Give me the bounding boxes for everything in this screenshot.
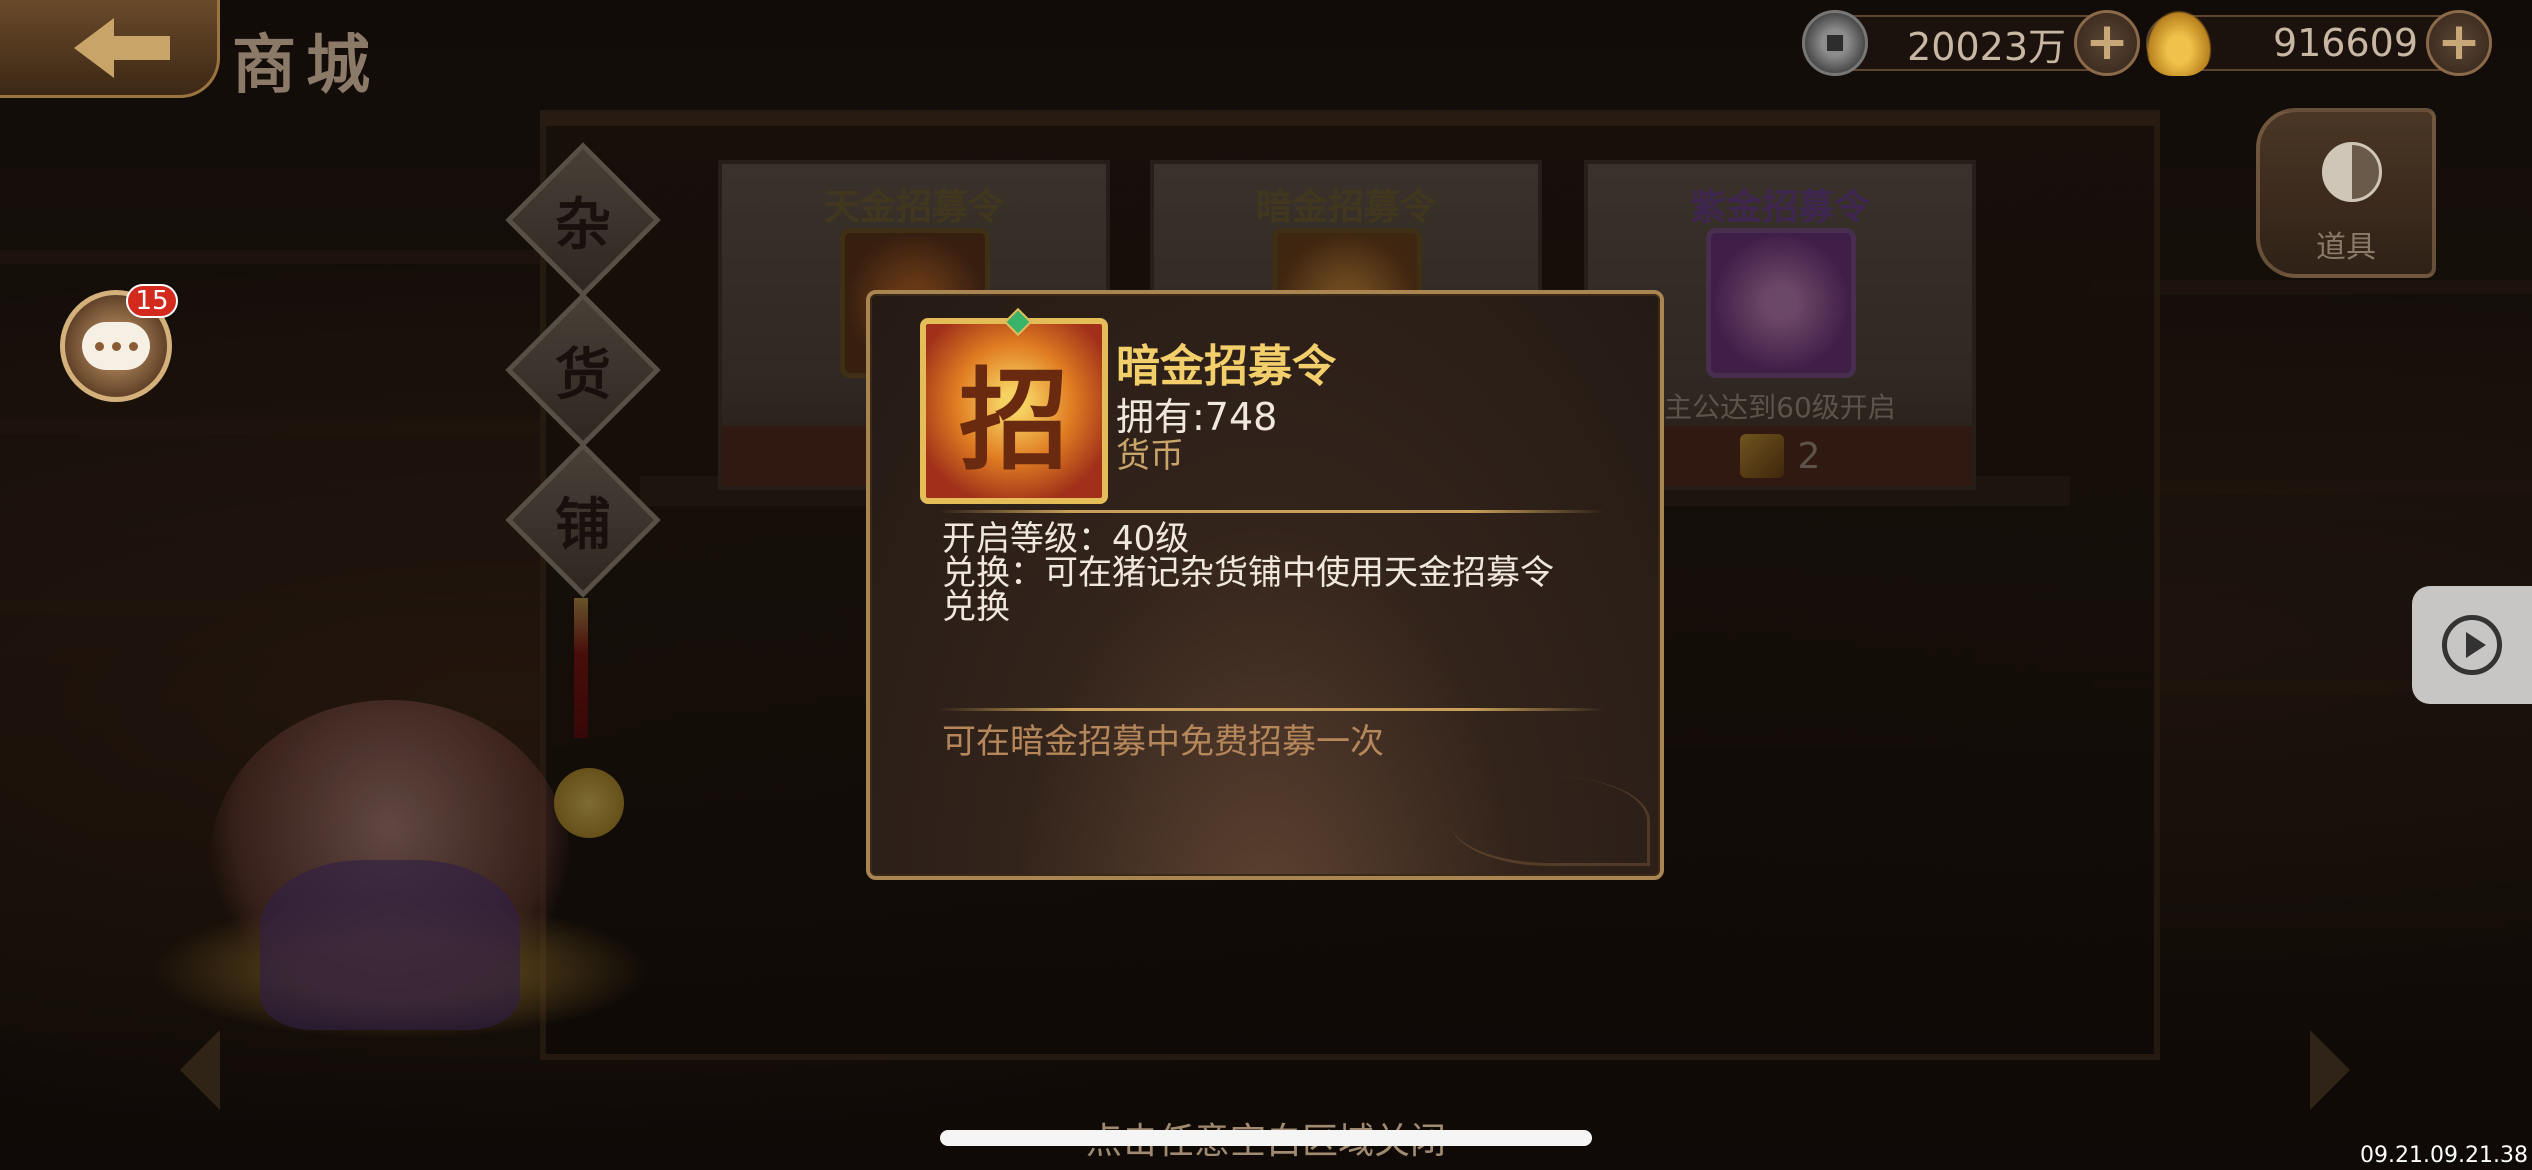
play-icon (2442, 615, 2502, 675)
cloud-decoration (1450, 776, 1650, 866)
top-bar: 商城 20023万 + 916609 + (0, 0, 2532, 103)
props-tab[interactable]: 道具 (2256, 108, 2436, 278)
copper-coin-icon (1802, 10, 1868, 76)
chat-unread-badge: 15 (126, 284, 178, 318)
token-glyph: 招 (959, 356, 1069, 485)
recruit-token-icon: 招 (920, 307, 1108, 504)
add-coins-button[interactable]: + (2074, 10, 2140, 76)
exchange-info-cont: 兑换 (942, 587, 1010, 627)
page-title: 商城 (232, 28, 380, 103)
unlock-level: 开启等级：40级 (942, 519, 1190, 559)
item-effect: 可在暗金招募中免费招募一次 (942, 722, 1384, 762)
item-description: 开启等级：40级 兑换：可在猪记杂货铺中使用天金招募令 兑换 (942, 522, 1602, 624)
home-indicator[interactable] (940, 1130, 1592, 1146)
props-tab-label: 道具 (2316, 230, 2376, 265)
yin-yang-icon (2322, 142, 2382, 202)
item-name: 暗金招募令 (1116, 341, 1336, 392)
timestamp: 09.21.09.21.38 (2360, 1143, 2528, 1168)
coins-display: 20023万 + (1802, 10, 2140, 76)
chat-bubble-icon (82, 322, 150, 370)
add-gold-button[interactable]: + (2426, 10, 2492, 76)
back-button[interactable] (0, 0, 220, 98)
item-type: 货币 (1116, 436, 1184, 476)
gold-ingot-icon (2146, 10, 2212, 76)
item-detail-popup: 招 暗金招募令 拥有:748 货币 开启等级：40级 兑换：可在猪记杂货铺中使用… (866, 290, 1664, 880)
divider (938, 510, 1604, 513)
divider (938, 708, 1604, 711)
video-button[interactable] (2412, 586, 2532, 704)
back-arrow-icon (73, 17, 170, 78)
gold-display: 916609 + (2146, 10, 2492, 76)
exchange-info: 兑换：可在猪记杂货铺中使用天金招募令 (942, 553, 1554, 593)
